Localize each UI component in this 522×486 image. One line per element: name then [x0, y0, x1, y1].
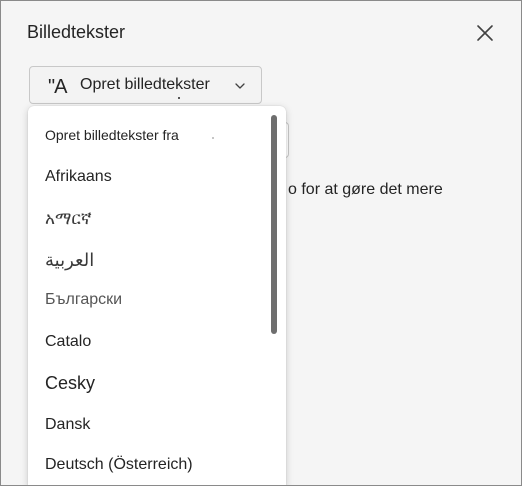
- panel-title: Billedtekster: [27, 22, 126, 42]
- option-label: Cesky: [45, 373, 96, 393]
- option-label: العربية: [45, 250, 95, 271]
- captions-panel: Billedtekster "A Opret billedtekster o f…: [0, 0, 522, 486]
- captions-icon: "A: [48, 76, 67, 98]
- background-description-text: o for at gøre det mere: [288, 181, 443, 198]
- option-label: Dansk: [45, 416, 91, 433]
- option-label: Catalo: [45, 333, 92, 350]
- language-option-czech[interactable]: Cesky: [28, 365, 268, 401]
- option-label: Afrikaans: [45, 168, 112, 185]
- create-captions-button[interactable]: "A Opret billedtekster: [29, 66, 262, 104]
- language-dropdown: Opret billedtekster fra Afrikaans አማርኛ ا…: [28, 106, 286, 485]
- language-option-afrikaans[interactable]: Afrikaans: [28, 160, 268, 196]
- header-marker: [212, 137, 214, 139]
- close-button[interactable]: [471, 19, 499, 47]
- close-icon: [477, 25, 493, 41]
- dropdown-scrollbar[interactable]: [271, 115, 277, 334]
- language-option-german-austria[interactable]: Deutsch (Österreich): [28, 448, 268, 484]
- language-option-bulgarian[interactable]: Български: [28, 283, 268, 319]
- option-label: አማርኛ: [45, 209, 92, 229]
- chevron-down-icon: [235, 83, 245, 89]
- focus-dot: [178, 97, 180, 99]
- option-label: Български: [45, 291, 123, 308]
- language-option-arabic[interactable]: العربية: [28, 242, 268, 278]
- language-option-amharic[interactable]: አማርኛ: [28, 201, 268, 237]
- language-option-catalan[interactable]: Catalo: [28, 325, 268, 361]
- language-option-danish[interactable]: Dansk: [28, 408, 268, 444]
- dropdown-header: Opret billedtekster fra: [45, 127, 179, 143]
- option-label: Deutsch (Österreich): [45, 456, 193, 473]
- create-captions-label: Opret billedtekster: [80, 76, 210, 93]
